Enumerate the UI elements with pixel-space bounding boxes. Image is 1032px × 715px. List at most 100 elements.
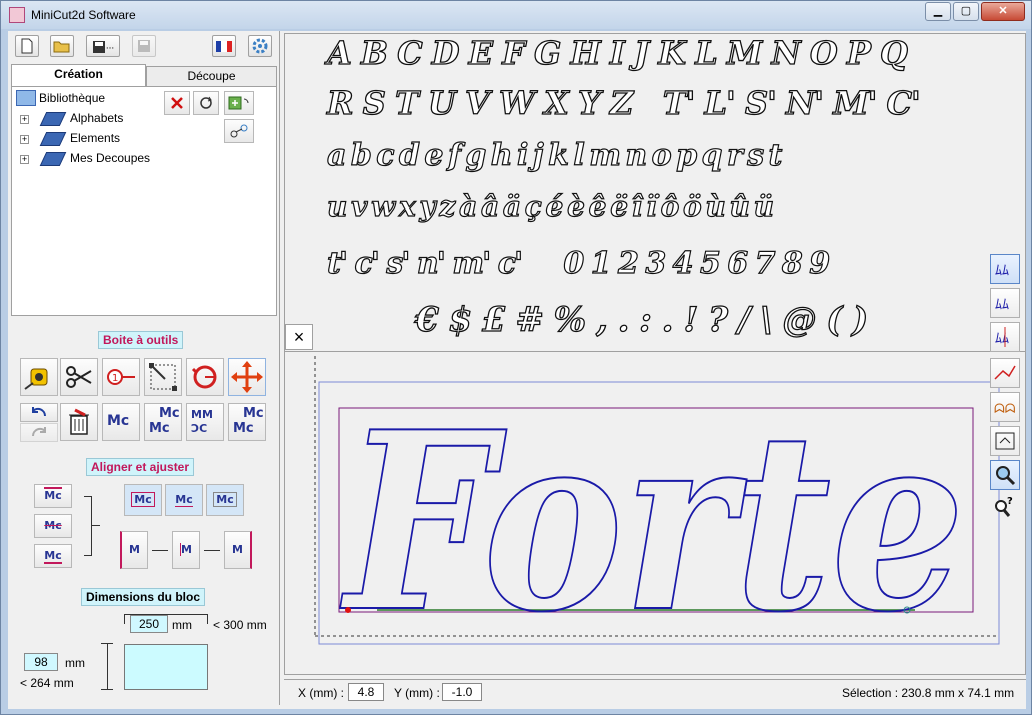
mirror-text-icon: ﾑﾑ [995,327,1009,347]
side-tool-zoom[interactable] [990,460,1020,490]
glyph-row-5[interactable]: t' c' s' n' m' c' 0 1 2 3 4 5 6 7 8 9 [326,245,830,281]
resize-tool-button[interactable] [144,358,182,396]
close-button[interactable]: ✕ [981,2,1025,21]
floppy-disabled-icon [138,40,150,52]
refresh-button[interactable] [193,91,219,115]
tab-creation[interactable]: Création [11,64,146,86]
cut-tool-button[interactable] [60,358,98,396]
outline-text-icon: ﾑﾑ [995,263,1009,279]
duplicate-mc-icon-copy: Mc [149,421,170,436]
window-title: MiniCut2d Software [31,8,136,22]
duplicate-tool-button[interactable]: Mc Mc [144,403,182,441]
selection-size: Sélection : 230.8 mm x 74.1 mm [842,686,1015,700]
title-bar: MiniCut2d Software ▁ ▢ ✕ [1,1,1031,29]
side-tool-split[interactable]: ﾑﾑ [990,288,1020,318]
red-x-icon [171,97,183,109]
height-arrow-bottom [101,689,113,690]
save-as-ellipsis: ... [105,40,115,52]
undo-icon [32,407,47,417]
height-arrow [107,644,108,690]
maximize-button[interactable]: ▢ [953,2,979,21]
magnifier-icon [996,466,1016,486]
center-both-icon: Mc [131,492,155,507]
glyph-row-2[interactable]: R S T U V W X Y Z T' L' S' N' M' C' [326,83,921,122]
add-to-library-button[interactable] [224,91,254,115]
align-title: Aligner et ajuster [86,458,195,476]
delete-item-button[interactable] [164,91,190,115]
weld-tool-button[interactable]: Mc Mc [228,403,266,441]
settings-button[interactable] [248,35,272,57]
open-button[interactable] [50,35,74,57]
align-top-button[interactable]: Mc [34,484,72,508]
tree-expander[interactable]: + [20,155,29,164]
new-button[interactable] [15,35,39,57]
glyph-row-4[interactable]: u v w x y z à â ä ç é è ê ë î ï ô ö ù û … [326,189,774,223]
undo-button[interactable] [20,403,58,422]
width-input[interactable]: 250 [130,615,168,633]
tree-expander[interactable]: + [20,135,29,144]
align-left-icon: M [129,543,140,556]
align-bracket-tick [92,525,100,526]
align-center-button[interactable]: M [172,531,200,569]
side-tool-zoom-help[interactable]: ? [990,494,1020,524]
align-middle-button[interactable]: Mc [34,514,72,538]
glyph-row-1[interactable]: A B C D E F G H I J K L M N O P Q [326,33,908,72]
tree-root-label[interactable]: Bibliothèque [39,91,105,105]
svg-text:ﾑﾑ: ﾑﾑ [995,297,1009,313]
start-point-tool-button[interactable]: 1 [102,358,140,396]
gear-icon [252,38,268,54]
mirror-tool-button[interactable]: Mc [102,403,140,441]
document-icon [21,38,33,54]
center-horizontal-button[interactable]: Mc [165,484,203,516]
redo-button[interactable] [20,423,58,442]
transfer-button[interactable] [224,119,254,143]
language-button[interactable] [212,35,236,57]
height-input[interactable]: 98 [24,653,58,671]
side-tool-weld[interactable]: ᗣᗣ [990,392,1020,422]
glyph-palette: A B C D E F G H I J K L M N O P Q R S T … [285,33,1025,352]
tree-item-mes-decoupes[interactable]: Mes Decoupes [70,151,150,165]
forte-outline[interactable]: Forte [339,377,966,667]
tab-decoupe[interactable]: Découpe [146,66,277,86]
duplicate-mc-icon: Mc [159,406,180,421]
align-bottom-icon: Mc [44,549,62,564]
tree-expander[interactable]: + [20,115,29,124]
tree-item-alphabets[interactable]: Alphabets [70,111,123,125]
move-tool-button[interactable] [228,358,266,396]
rotate-tool-button[interactable] [186,358,224,396]
center-vertical-button[interactable]: Mc [206,484,244,516]
save-as-button[interactable]: ... [86,35,120,57]
side-tool-outline[interactable]: ﾑﾑ [990,254,1020,284]
height-max-label: < 264 mm [20,676,74,690]
align-right-button[interactable]: M [224,531,252,569]
minimize-button[interactable]: ▁ [925,2,951,21]
glyph-row-3[interactable]: a b c d e f g h i j k l m n o p q r s t [326,137,783,173]
add-library-icon [228,96,249,110]
array-tool-button[interactable]: MM ƆC [186,403,224,441]
save-button[interactable] [132,35,156,57]
center-both-button[interactable]: Mc [124,484,162,516]
library-tree: Bibliothèque + Alphabets + Elements + Me… [11,86,277,316]
start-point-icon: 1 [107,369,135,385]
align-dash-2 [204,550,220,551]
align-middle-icon: Mc [44,519,62,532]
close-palette-button[interactable]: × [285,324,313,350]
weld-mc-icon: Mc [243,406,264,421]
design-canvas[interactable]: Forte [285,356,1025,674]
measure-tool-button[interactable] [20,358,58,396]
center-horizontal-icon: Mc [175,493,193,507]
align-dash-1 [152,550,168,551]
toolbox-title: Boite à outils [98,331,184,349]
app-window: MiniCut2d Software ▁ ▢ ✕ ... Création Dé… [0,0,1032,715]
glyph-row-6[interactable]: € $ £ # % , . : . ! ? / \ @ ( ) [414,299,869,340]
side-tool-frame[interactable] [990,426,1020,456]
tree-item-elements[interactable]: Elements [70,131,120,145]
align-left-button[interactable]: M [120,531,148,569]
height-arrow-top [101,643,113,644]
delete-tool-button[interactable] [60,403,98,441]
align-bottom-button[interactable]: Mc [34,544,72,568]
align-right-icon: M [232,543,243,556]
side-tool-nodes[interactable] [990,358,1020,388]
side-tool-mirror[interactable]: ﾑﾑ [990,322,1020,352]
svg-text:ﾑﾑ: ﾑﾑ [995,263,1009,279]
